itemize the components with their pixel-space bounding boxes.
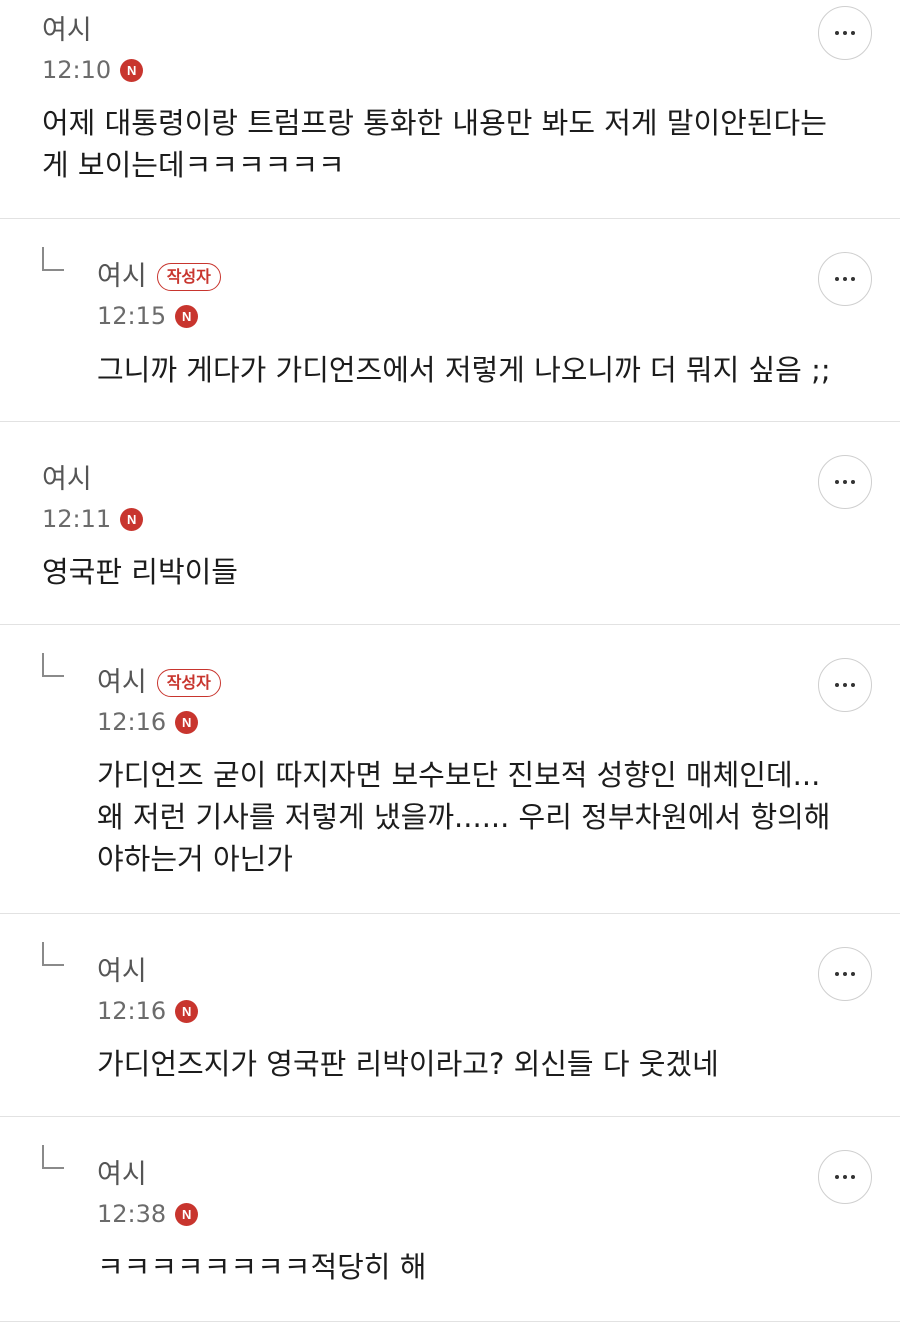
more-options-icon <box>835 1175 855 1179</box>
author-name[interactable]: 여시 <box>97 955 147 989</box>
more-options-icon <box>835 972 855 976</box>
new-badge-icon: N <box>175 1202 199 1226</box>
more-options-icon <box>835 31 855 35</box>
author-name[interactable]: 여시 <box>97 1158 147 1192</box>
author-name[interactable]: 여시 <box>42 463 92 497</box>
writer-badge: 작성자 <box>156 669 221 697</box>
comment-text: 어제 대통령이랑 트럼프랑 통화한 내용만 봐도 저게 말이안된다는 게 보이는… <box>42 106 827 182</box>
reply-arrow-icon <box>42 942 64 966</box>
more-options-button[interactable] <box>818 1150 872 1204</box>
more-options-icon <box>835 277 855 281</box>
comment-author: 여시 <box>42 14 92 48</box>
comment-time: 12:16 <box>97 708 167 736</box>
more-options-button[interactable] <box>818 947 872 1001</box>
comment-item: 여시 12:10 N 어제 대통령이랑 트럼프랑 통화한 내용만 봐도 저게 말… <box>0 0 900 219</box>
new-badge-icon: N <box>175 710 199 734</box>
more-options-button[interactable] <box>818 252 872 306</box>
comment-author: 여시 작성자 <box>97 666 221 700</box>
author-name[interactable]: 여시 <box>97 260 147 294</box>
comment-time: 12:10 <box>42 56 112 84</box>
comment-time: 12:11 <box>42 505 112 533</box>
comment-reply-item: 여시 작성자 12:16 N 가디언즈 굳이 따지자면 보수보단 진보적 성향인… <box>0 625 900 914</box>
more-options-button[interactable] <box>818 658 872 712</box>
comment-item: 여시 12:11 N 영국판 리박이들 <box>0 422 900 625</box>
comment-time: 12:15 <box>97 302 167 330</box>
writer-badge: 작성자 <box>156 263 221 291</box>
new-badge-icon: N <box>120 507 144 531</box>
comment-reply-item: 여시 12:38 N ㅋㅋㅋㅋㅋㅋㅋㅋ적당히 해 <box>0 1117 900 1322</box>
more-options-icon <box>835 683 855 687</box>
new-badge-icon: N <box>175 999 199 1023</box>
author-name[interactable]: 여시 <box>42 14 92 48</box>
comment-time: 12:38 <box>97 1200 167 1228</box>
comment-meta: 12:38 N <box>97 1199 199 1229</box>
comment-meta: 12:11 N <box>42 504 144 534</box>
comment-reply-item: 여시 작성자 12:15 N 그니까 게다가 가디언즈에서 저렇게 나오니까 더… <box>0 219 900 422</box>
new-badge-icon: N <box>175 304 199 328</box>
comment-author: 여시 <box>97 955 147 989</box>
comment-meta: 12:15 N <box>97 301 199 331</box>
new-badge-icon: N <box>120 58 144 82</box>
comment-text: 가디언즈지가 영국판 리박이라고? 외신들 다 웃겠네 <box>97 1047 719 1081</box>
comment-author: 여시 <box>42 463 92 497</box>
comment-text: 영국판 리박이들 <box>42 555 238 589</box>
reply-arrow-icon <box>42 1145 64 1169</box>
more-options-icon <box>835 480 855 484</box>
comment-reply-item: 여시 12:16 N 가디언즈지가 영국판 리박이라고? 외신들 다 웃겠네 <box>0 914 900 1117</box>
reply-arrow-icon <box>42 247 64 271</box>
comment-meta: 12:10 N <box>42 55 144 85</box>
comment-meta: 12:16 N <box>97 707 199 737</box>
more-options-button[interactable] <box>818 6 872 60</box>
comment-text: 그니까 게다가 가디언즈에서 저렇게 나오니까 더 뭐지 싶음 ;; <box>97 353 831 387</box>
comment-time: 12:16 <box>97 997 167 1025</box>
comment-meta: 12:16 N <box>97 996 199 1026</box>
reply-arrow-icon <box>42 653 64 677</box>
more-options-button[interactable] <box>818 455 872 509</box>
comment-author: 여시 <box>97 1158 147 1192</box>
author-name[interactable]: 여시 <box>97 666 147 700</box>
comment-author: 여시 작성자 <box>97 260 221 294</box>
comment-text: ㅋㅋㅋㅋㅋㅋㅋㅋ적당히 해 <box>97 1250 427 1284</box>
comment-text: 가디언즈 굳이 따지자면 보수보단 진보적 성향인 매체인데... 왜 저런 기… <box>97 758 831 876</box>
